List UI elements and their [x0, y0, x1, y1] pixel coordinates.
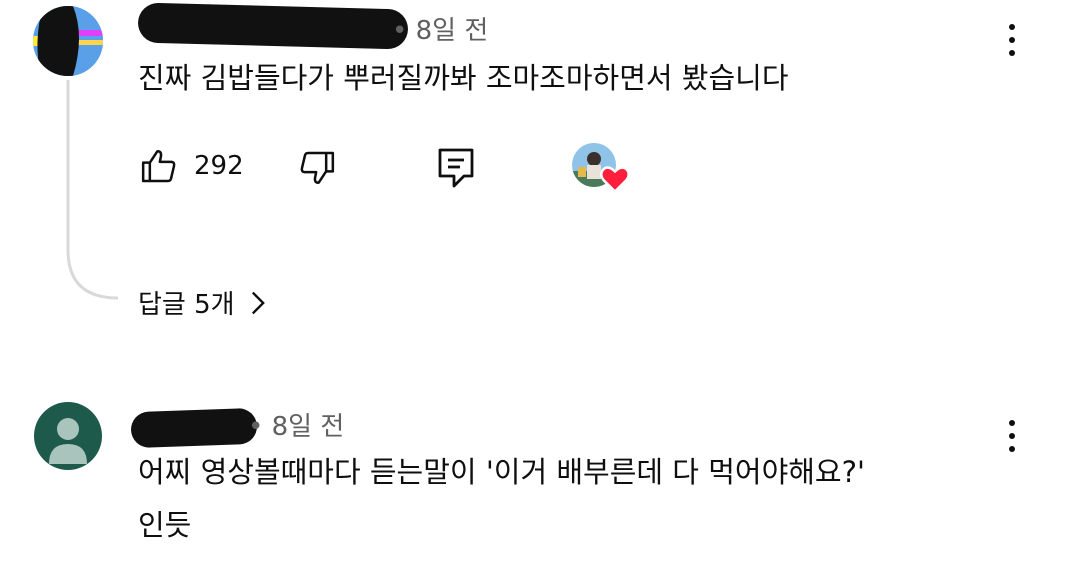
reply-icon: [438, 148, 474, 188]
thread-line: [66, 80, 119, 300]
commenter-avatar-2[interactable]: [34, 402, 102, 470]
comment-timestamp: • 8일 전: [392, 16, 489, 46]
thumb-up-icon: [141, 150, 176, 183]
reply-button[interactable]: [436, 146, 476, 190]
person-icon: [49, 418, 87, 464]
replies-label: 답글 5개: [138, 290, 235, 320]
comment-text-line-1: 어찌 영상볼때마다 듣는말이 '이거 배부른데 다 먹어야해요?': [138, 455, 865, 489]
comment-menu-button[interactable]: [997, 18, 1027, 62]
thumb-down-icon: [300, 151, 335, 184]
like-button[interactable]: 292: [138, 146, 244, 186]
comment-text: 진짜 김밥들다가 뿌러질까봐 조마조마하면서 봤습니다: [138, 61, 789, 95]
kebab-menu-icon: [1009, 24, 1015, 30]
view-replies-button[interactable]: 답글 5개: [138, 284, 267, 321]
like-count: 292: [194, 151, 244, 181]
dislike-button[interactable]: [296, 148, 338, 188]
comment-timestamp-2: • 8일 전: [248, 412, 345, 442]
author-name-redacted: [137, 2, 409, 50]
heart-icon: [600, 166, 630, 193]
kebab-menu-icon: [1009, 420, 1015, 426]
chevron-right-icon: [251, 291, 265, 314]
comment-menu-button-2[interactable]: [997, 414, 1027, 458]
creator-heart-badge: [572, 143, 632, 195]
commenter-avatar[interactable]: [33, 6, 103, 76]
comment-text-line-2: 인듯: [138, 508, 192, 542]
author-name-redacted-2: [130, 407, 258, 449]
